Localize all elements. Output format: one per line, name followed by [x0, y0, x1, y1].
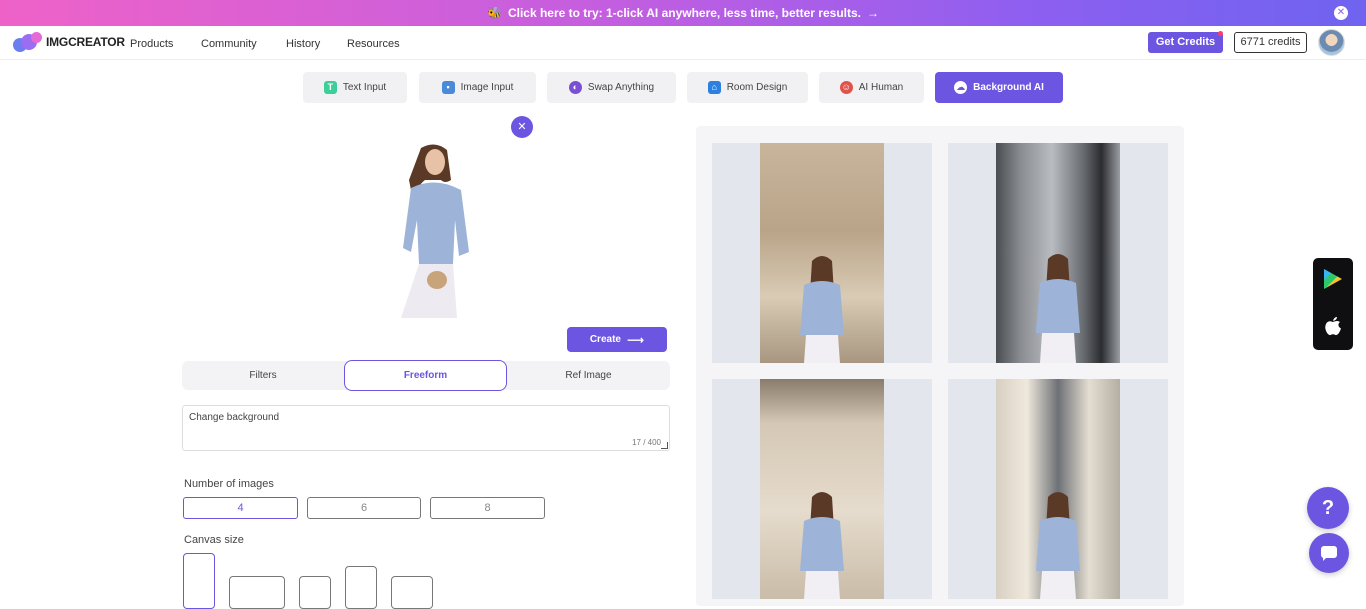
- bee-icon: 🐝: [487, 6, 502, 20]
- create-label: Create: [589, 334, 621, 345]
- uploaded-image: [395, 140, 475, 320]
- remove-image-button[interactable]: ✕: [511, 116, 533, 138]
- arrow-right-icon: →: [866, 6, 879, 20]
- background-icon: ☁: [954, 81, 968, 94]
- results-panel: [696, 126, 1184, 606]
- top-navbar: IMGCREATOR Products Community History Re…: [0, 26, 1366, 60]
- apple-icon[interactable]: [1324, 316, 1342, 336]
- result-image-3[interactable]: [712, 379, 932, 599]
- nav-history[interactable]: History: [286, 38, 320, 50]
- app-download-panel: [1313, 258, 1353, 350]
- tool-tabs: T Text Input ▪ Image Input ◐ Swap Anythi…: [0, 72, 1366, 103]
- human-icon: ☺: [839, 81, 853, 94]
- text-icon: T: [323, 81, 337, 94]
- logo-icon: [13, 32, 43, 52]
- canvas-size-label: Canvas size: [184, 534, 244, 546]
- avatar[interactable]: [1318, 29, 1345, 56]
- result-photo: [760, 143, 884, 363]
- tab-label: Text Input: [342, 82, 387, 93]
- swap-icon: ◐: [568, 81, 582, 94]
- nav-products[interactable]: Products: [130, 38, 173, 50]
- chat-button[interactable]: [1309, 533, 1349, 573]
- mode-freeform[interactable]: Freeform: [344, 360, 507, 391]
- nav-resources[interactable]: Resources: [347, 38, 400, 50]
- arrow-right-icon: ⟶: [626, 332, 645, 347]
- canvas-option-wide[interactable]: [391, 576, 433, 609]
- result-photo: [760, 379, 884, 599]
- number-of-images-label: Number of images: [184, 478, 274, 490]
- chat-icon-tail: [1323, 557, 1327, 561]
- result-photo: [996, 379, 1120, 599]
- logo[interactable]: IMGCREATOR: [13, 32, 125, 52]
- canvas-option-portrait[interactable]: [345, 566, 377, 609]
- person-figure: [800, 256, 844, 363]
- mode-filters[interactable]: Filters: [182, 361, 344, 390]
- person-cutout: [401, 144, 469, 318]
- result-image-4[interactable]: [948, 379, 1168, 599]
- tab-label: Room Design: [726, 82, 788, 93]
- tab-background-ai[interactable]: ☁ Background AI: [935, 72, 1063, 103]
- tab-text-input[interactable]: T Text Input: [303, 72, 407, 103]
- tab-image-input[interactable]: ▪ Image Input: [419, 72, 536, 103]
- notification-dot: [1218, 31, 1223, 36]
- help-button[interactable]: ?: [1307, 487, 1349, 529]
- mode-selector: Filters Freeform Ref Image: [182, 360, 670, 391]
- char-count: 17 / 400: [632, 438, 661, 447]
- close-banner-icon[interactable]: ✕: [1334, 6, 1348, 20]
- get-credits-button[interactable]: Get Credits: [1148, 31, 1223, 53]
- canvas-option-portrait-tall[interactable]: [183, 553, 215, 609]
- nav-community[interactable]: Community: [201, 38, 257, 50]
- google-play-icon[interactable]: [1324, 269, 1342, 289]
- get-credits-label: Get Credits: [1155, 36, 1216, 48]
- person-figure: [1036, 492, 1080, 599]
- person-figure: [1036, 254, 1080, 363]
- images-option-6[interactable]: 6: [307, 497, 421, 519]
- tab-label: Background AI: [973, 82, 1044, 93]
- tab-swap-anything[interactable]: ◐ Swap Anything: [547, 72, 676, 103]
- promo-banner[interactable]: 🐝 Click here to try: 1-click AI anywhere…: [0, 0, 1366, 26]
- tab-label: Image Input: [460, 82, 514, 93]
- tab-ai-human[interactable]: ☺ AI Human: [819, 72, 924, 103]
- prompt-text: Change background: [189, 412, 280, 423]
- image-icon: ▪: [441, 81, 455, 94]
- result-image-2[interactable]: [948, 143, 1168, 363]
- prompt-textarea[interactable]: Change background 17 / 400: [182, 405, 670, 451]
- create-button[interactable]: Create ⟶: [567, 327, 667, 352]
- result-image-1[interactable]: [712, 143, 932, 363]
- images-option-4[interactable]: 4: [183, 497, 298, 519]
- credits-count: 6771 credits: [1234, 32, 1307, 53]
- images-option-8[interactable]: 8: [430, 497, 545, 519]
- tab-label: Swap Anything: [587, 82, 655, 93]
- tab-label: AI Human: [858, 82, 904, 93]
- person-figure: [800, 492, 844, 599]
- tab-room-design[interactable]: ⌂ Room Design: [687, 72, 808, 103]
- mode-ref-image[interactable]: Ref Image: [507, 361, 670, 390]
- resize-handle[interactable]: [661, 442, 668, 449]
- result-photo: [996, 143, 1120, 363]
- canvas-option-square-small[interactable]: [299, 576, 331, 609]
- promo-text[interactable]: Click here to try: 1-click AI anywhere, …: [508, 6, 861, 20]
- canvas-option-landscape[interactable]: [229, 576, 285, 609]
- logo-text: IMGCREATOR: [46, 35, 125, 49]
- house-icon: ⌂: [707, 81, 721, 94]
